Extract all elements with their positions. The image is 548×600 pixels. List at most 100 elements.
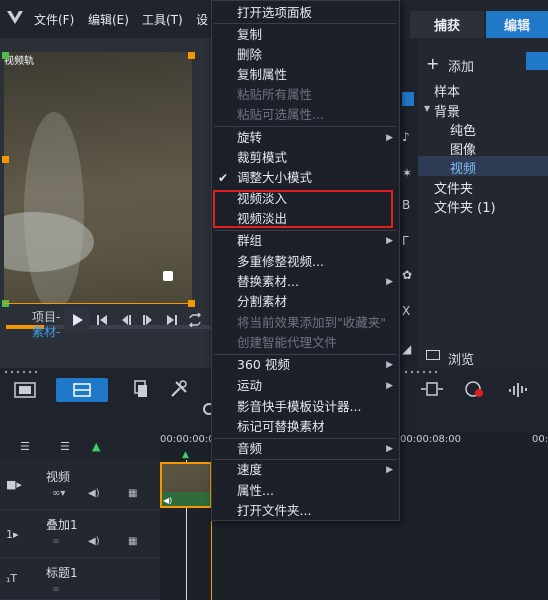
menu-paste-selected-attributes: 粘贴可选属性... (212, 105, 399, 125)
menu-item-label: 删除 (237, 47, 263, 62)
track-header-toolbar: ☰ ☰ ▲ (0, 432, 160, 460)
menu-add-effect-to-favorites: 将当前效果添加到"收藏夹" (212, 313, 399, 333)
timeline-view-button[interactable] (56, 378, 108, 402)
menu-item-label: 分割素材 (237, 294, 288, 309)
menu-motion[interactable]: 运动 ▶ (212, 376, 399, 396)
clip-mode-label[interactable]: 素材- (32, 323, 60, 340)
menu-edit[interactable]: 编辑(E) (88, 11, 129, 28)
tab-edit[interactable]: 编辑 (486, 11, 548, 38)
title-icon[interactable]: ✶ (402, 166, 412, 180)
add-icon[interactable]: + (426, 54, 439, 73)
preview-video-frame[interactable] (4, 52, 192, 304)
chapter-marker-icon[interactable]: ▲ (92, 440, 100, 453)
effect-icon[interactable]: ✿ (402, 268, 412, 282)
prev-frame-icon[interactable] (120, 314, 132, 326)
end-icon[interactable] (166, 314, 178, 326)
menu-open-folder[interactable]: 打开文件夹... (212, 501, 399, 521)
menu-delete[interactable]: 删除 (212, 45, 399, 65)
clip-edge (211, 510, 212, 600)
pin-icon[interactable] (526, 52, 548, 70)
play-button[interactable] (64, 308, 90, 332)
video-clip[interactable]: ◀) (160, 462, 212, 508)
menu-copy-attributes[interactable]: 复制属性 (212, 65, 399, 85)
menu-multi-trim[interactable]: 多重修整视频... (212, 252, 399, 272)
record-icon[interactable] (464, 380, 484, 398)
track-name: 标题1 (46, 566, 78, 580)
ripple-icon[interactable]: ▦ (128, 536, 137, 547)
browse-icon[interactable] (426, 350, 440, 360)
track-manager-icon[interactable]: ☰ (20, 440, 30, 453)
track-overlay-1[interactable]: 1▸ 叠加1 ∞ ◀) ▦ (0, 510, 160, 558)
browse-label[interactable]: 浏览 (448, 349, 474, 368)
context-menu: 打开选项面板 复制 删除 复制属性 粘贴所有属性 粘贴可选属性... 旋转 ▶ 裁… (211, 0, 400, 521)
menu-rotate[interactable]: 旋转 ▶ (212, 128, 399, 148)
menu-item-label: 将当前效果添加到"收藏夹" (237, 315, 386, 330)
resize-handle[interactable] (2, 52, 9, 59)
link-icon[interactable]: ∞ (52, 536, 60, 547)
volume-icon[interactable]: ◀) (88, 488, 100, 499)
menu-item-label: 打开文件夹... (237, 503, 312, 518)
tree-item-solid[interactable]: 纯色 (450, 120, 476, 139)
menu-open-options[interactable]: 打开选项面板 (212, 3, 399, 23)
tree-item-backgrounds[interactable]: 背景 (434, 101, 460, 120)
add-label[interactable]: 添加 (448, 56, 474, 75)
motion-track-icon[interactable] (420, 380, 444, 398)
next-frame-icon[interactable] (142, 314, 154, 326)
corner-icon[interactable]: ◢ (402, 342, 411, 356)
tools-icon[interactable] (170, 380, 188, 398)
menu-properties[interactable]: 属性... (212, 481, 399, 501)
menu-tools[interactable]: 工具(T) (142, 11, 183, 28)
tree-item-folder[interactable]: 文件夹 (434, 178, 473, 197)
motion-icon[interactable]: X (402, 304, 410, 318)
menu-resize-mode[interactable]: ✔ 调整大小模式 (212, 168, 399, 188)
tree-item-video[interactable]: 视频 (450, 158, 476, 177)
menu-crop-mode[interactable]: 裁剪模式 (212, 148, 399, 168)
menu-copy[interactable]: 复制 (212, 25, 399, 45)
home-icon[interactable] (96, 314, 108, 326)
menu-item-label: 创建智能代理文件 (237, 335, 338, 350)
track-title-1[interactable]: ₁T 标题1 ∞ (0, 558, 160, 600)
filter-icon[interactable]: Γ (402, 234, 409, 248)
menu-speed[interactable]: 速度 ▶ (212, 460, 399, 480)
menu-replace-clip[interactable]: 替换素材... ▶ (212, 272, 399, 292)
tab-capture[interactable]: 捕获 (410, 11, 484, 38)
menu-item-label: 多重修整视频... (237, 254, 324, 269)
overlay-track-icon: 1▸ (6, 528, 19, 541)
menu-item-label: 打开选项面板 (237, 5, 313, 20)
menu-item-label: 标记可替换素材 (237, 419, 325, 434)
menu-template-designer[interactable]: 影音快手模板设计器... (212, 397, 399, 417)
menu-settings[interactable]: 设 (196, 11, 208, 28)
repeat-icon[interactable] (188, 313, 202, 327)
menu-split-clip[interactable]: 分割素材 (212, 292, 399, 312)
transition-icon[interactable]: ♪ (402, 130, 410, 144)
clip-audio-icon: ◀) (163, 496, 173, 505)
trim-marker-icon[interactable] (163, 271, 173, 281)
menu-audio[interactable]: 音频 ▶ (212, 439, 399, 459)
ripple-icon[interactable]: ▦ (128, 488, 137, 499)
tree-item-samples[interactable]: 样本 (434, 81, 460, 100)
resize-handle[interactable] (2, 156, 9, 163)
checkmark-icon: ✔ (218, 171, 229, 185)
volume-icon[interactable]: ◀) (88, 536, 100, 547)
track-video[interactable]: ■▸ 视频 ∞▾ ◀) ▦ (0, 460, 160, 510)
graphic-icon[interactable]: B (402, 198, 410, 212)
frame-border (4, 303, 192, 304)
link-icon[interactable]: ∞ (52, 584, 60, 595)
tree-item-folder-1[interactable]: 文件夹 (1) (434, 197, 496, 216)
submenu-arrow-icon: ▶ (386, 381, 393, 391)
audio-icon[interactable] (508, 380, 530, 398)
add-track-icon[interactable]: ☰ (60, 440, 70, 453)
menu-mark-replaceable[interactable]: 标记可替换素材 (212, 417, 399, 437)
link-icon[interactable]: ∞▾ (52, 488, 65, 499)
menu-file[interactable]: 文件(F) (34, 11, 74, 28)
menu-item-label: 粘贴所有属性 (237, 87, 313, 102)
copy-icon[interactable] (132, 380, 148, 398)
menu-item-label: 裁剪模式 (237, 150, 288, 165)
resize-handle[interactable] (188, 52, 195, 59)
playhead-icon[interactable]: ▲ (182, 450, 189, 460)
media-icon[interactable] (402, 92, 414, 106)
storyboard-view-icon[interactable] (14, 382, 36, 398)
menu-group[interactable]: 群组 ▶ (212, 231, 399, 251)
collapse-icon[interactable]: ▼ (424, 104, 430, 113)
menu-360-video[interactable]: 360 视频 ▶ (212, 355, 399, 375)
